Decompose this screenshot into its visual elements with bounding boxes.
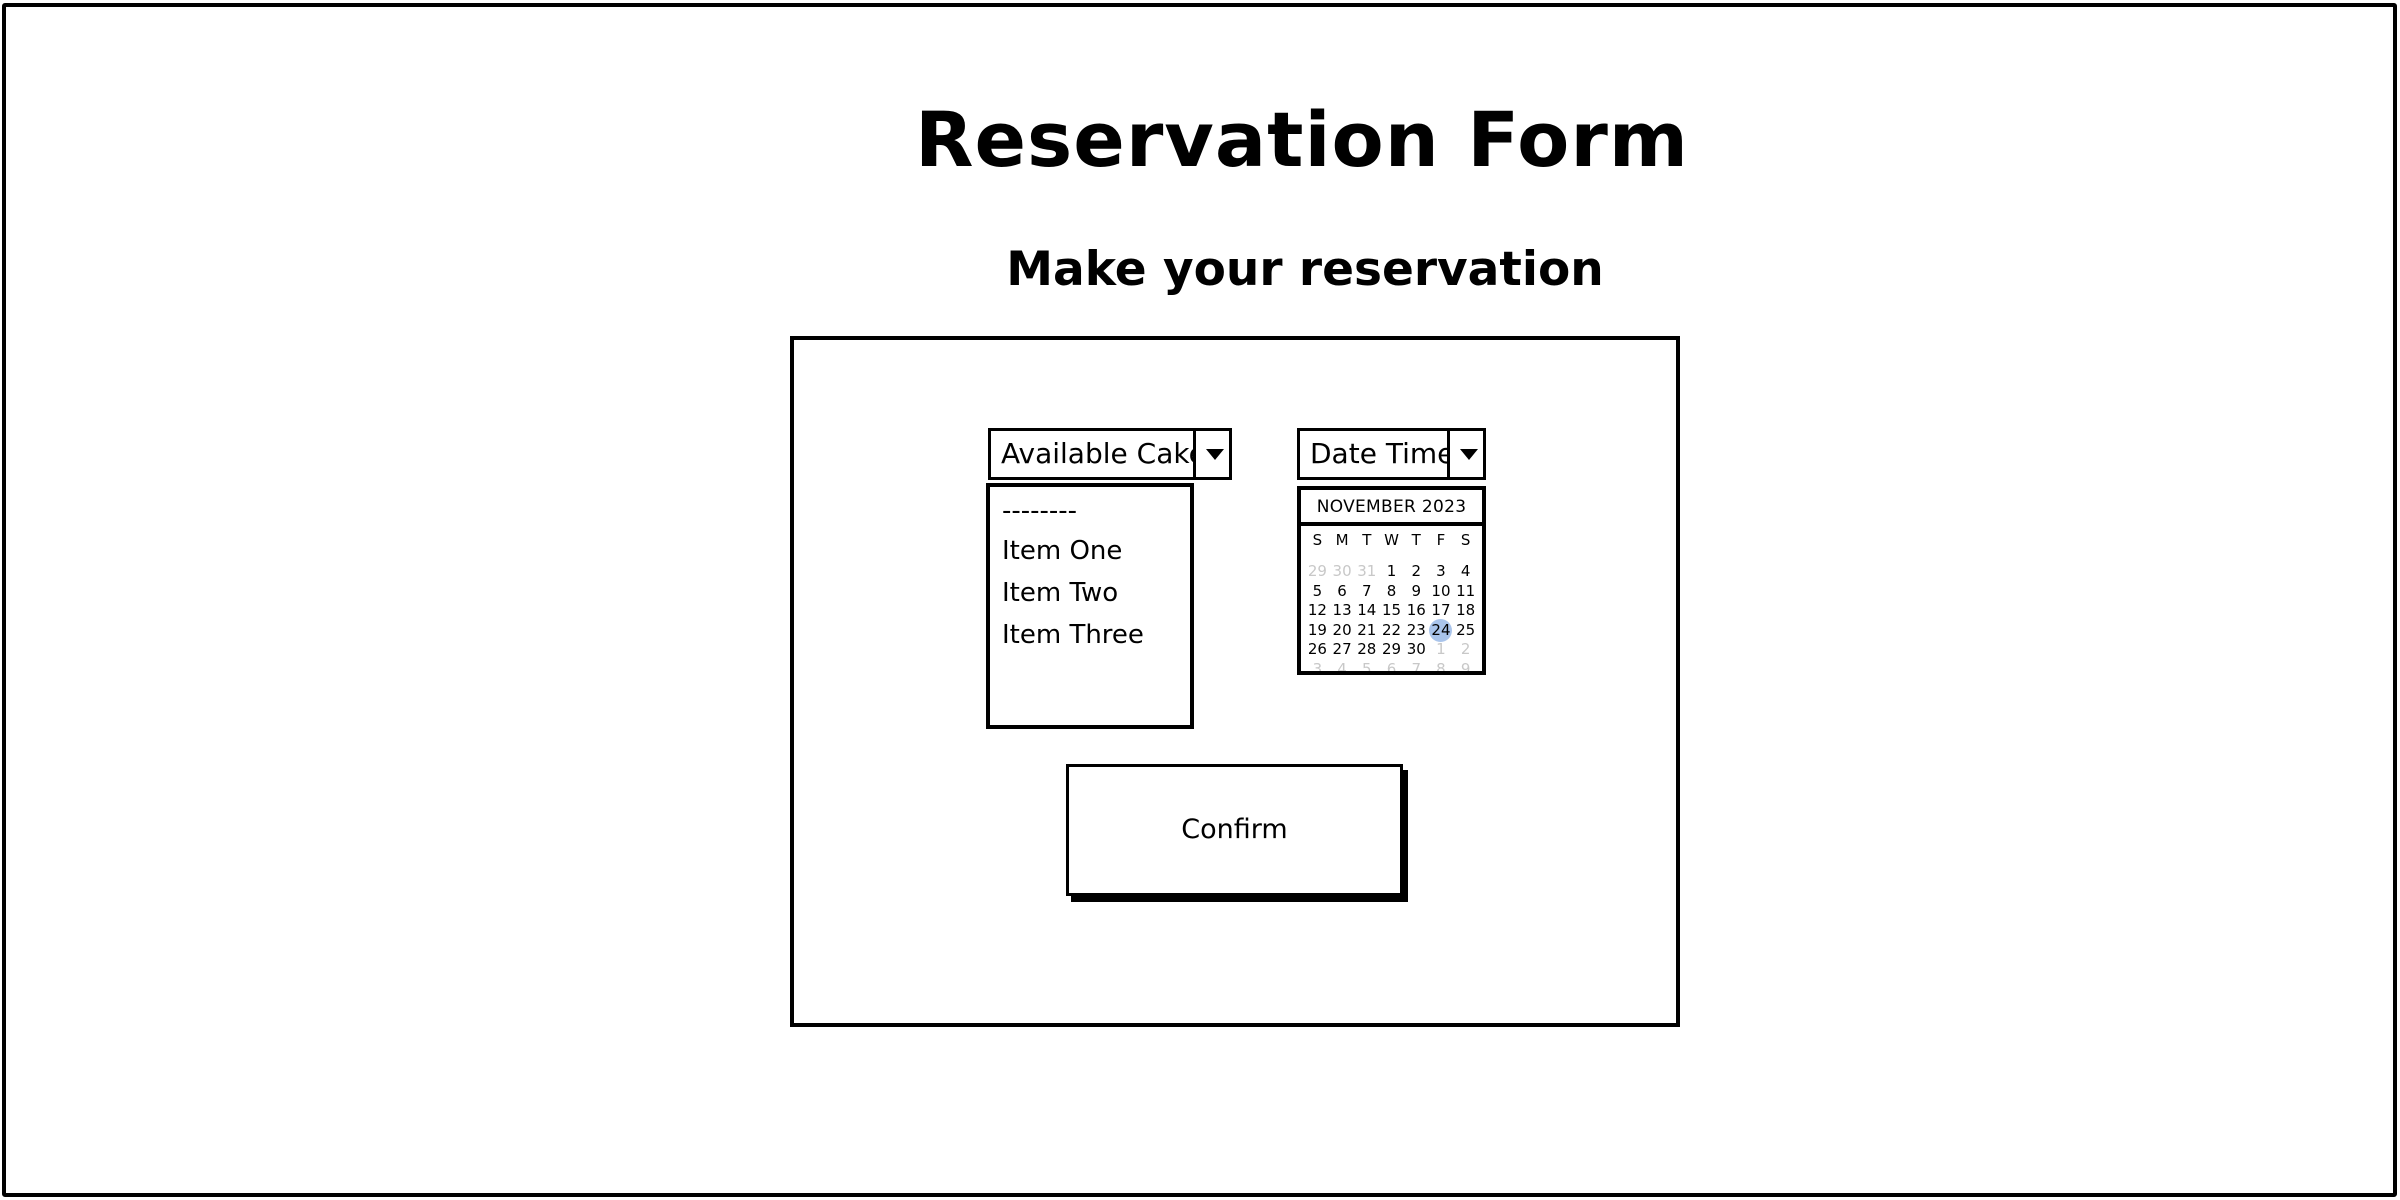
calendar-day[interactable]: 5 (1354, 660, 1379, 672)
calendar-day[interactable]: 14 (1354, 601, 1379, 621)
calendar-day[interactable]: 4 (1453, 562, 1478, 582)
calendar-day[interactable]: 30 (1404, 640, 1429, 660)
page-title: Reservation Form (914, 95, 1690, 184)
date-time-dropdown[interactable]: Date Time (1297, 428, 1486, 480)
calendar-day[interactable]: 15 (1379, 601, 1404, 621)
weekday-label: M (1335, 531, 1349, 549)
calendar-day[interactable]: 26 (1305, 640, 1330, 660)
calendar-day[interactable]: 4 (1330, 660, 1355, 672)
calendar-day[interactable]: 7 (1354, 582, 1379, 602)
weekday-label: S (1460, 531, 1471, 549)
calendar-week-row: 26 27 28 29 30 1 2 (1301, 640, 1482, 660)
calendar-day[interactable]: 30 (1330, 562, 1355, 582)
weekday-label: T (1411, 531, 1421, 549)
calendar-day[interactable]: 29 (1379, 640, 1404, 660)
calendar-day[interactable]: 3 (1429, 562, 1454, 582)
date-time-dropdown-value: Date Time (1310, 437, 1455, 470)
calendar-week-row: 29 30 31 1 2 3 4 (1301, 562, 1482, 582)
calendar-day[interactable]: 19 (1305, 621, 1330, 641)
calendar-day[interactable]: 25 (1453, 621, 1478, 641)
calendar-day[interactable]: 7 (1404, 660, 1429, 672)
calendar-day[interactable]: 2 (1404, 562, 1429, 582)
weekday-label: S (1312, 531, 1323, 549)
calendar-day[interactable]: 16 (1404, 601, 1429, 621)
list-item[interactable]: -------- (1002, 495, 1077, 527)
calendar-day[interactable]: 12 (1305, 601, 1330, 621)
calendar-day[interactable]: 17 (1429, 601, 1454, 621)
calendar-day-selected[interactable]: 24 (1429, 618, 1454, 642)
chevron-down-icon[interactable] (1447, 431, 1483, 477)
weekday-label: W (1384, 531, 1399, 549)
calendar-day[interactable]: 27 (1330, 640, 1355, 660)
calendar-day[interactable]: 13 (1330, 601, 1355, 621)
calendar-day[interactable]: 6 (1379, 660, 1404, 672)
calendar-day[interactable]: 29 (1305, 562, 1330, 582)
calendar-day[interactable]: 8 (1429, 660, 1454, 672)
list-item[interactable]: Item One (1002, 535, 1122, 567)
confirm-button[interactable]: Confirm (1066, 764, 1403, 896)
calendar-day[interactable]: 9 (1453, 660, 1478, 672)
cakes-listbox[interactable]: -------- Item One Item Two Item Three (986, 483, 1194, 729)
calendar-month-label: NOVEMBER 2023 (1301, 490, 1482, 526)
list-item[interactable]: Item Three (1002, 619, 1144, 651)
calendar-day[interactable]: 20 (1330, 621, 1355, 641)
calendar-week-row: 3456789 (1301, 660, 1482, 672)
calendar-day[interactable]: 9 (1404, 582, 1429, 602)
calendar-day[interactable]: 21 (1354, 621, 1379, 641)
weekday-label: F (1436, 531, 1446, 549)
calendar-days-grid: 29 30 31 1 2 3 4 5 6 7 8 9 10 11 12 13 14 15 16 17 18 19 20 21 2… (1301, 562, 1482, 672)
list-item[interactable]: Item Two (1002, 577, 1118, 609)
calendar-day[interactable]: 1 (1379, 562, 1404, 582)
weekday-label: T (1362, 531, 1372, 549)
calendar-day[interactable]: 2 (1453, 640, 1478, 660)
calendar-weekday-header: S M T W T F S (1301, 526, 1482, 554)
calendar-day[interactable]: 10 (1429, 582, 1454, 602)
calendar[interactable]: NOVEMBER 2023 S M T W T F S 29 30 31 1 2 3 4 5 6… (1297, 486, 1486, 675)
reservation-form-panel (790, 336, 1680, 1027)
calendar-day[interactable]: 18 (1453, 601, 1478, 621)
chevron-down-icon[interactable] (1193, 431, 1229, 477)
calendar-day[interactable]: 11 (1453, 582, 1478, 602)
calendar-day[interactable]: 3 (1305, 660, 1330, 672)
calendar-day[interactable]: 5 (1305, 582, 1330, 602)
page-subtitle: Make your reservation (1006, 242, 1604, 297)
calendar-week-row: 12 13 14 15 16 17 18 (1301, 601, 1482, 621)
calendar-week-row: 19 20 21 22 23 24 25 (1301, 618, 1482, 642)
calendar-day[interactable]: 6 (1330, 582, 1355, 602)
calendar-day[interactable]: 28 (1354, 640, 1379, 660)
calendar-day[interactable]: 31 (1354, 562, 1379, 582)
cakes-dropdown-value: Available Cakes (1001, 437, 1221, 470)
calendar-day[interactable]: 1 (1429, 640, 1454, 660)
calendar-day[interactable]: 22 (1379, 621, 1404, 641)
calendar-day[interactable]: 23 (1404, 621, 1429, 641)
calendar-week-row: 5 6 7 8 9 10 11 (1301, 582, 1482, 602)
cakes-dropdown[interactable]: Available Cakes (988, 428, 1232, 480)
calendar-day[interactable]: 8 (1379, 582, 1404, 602)
